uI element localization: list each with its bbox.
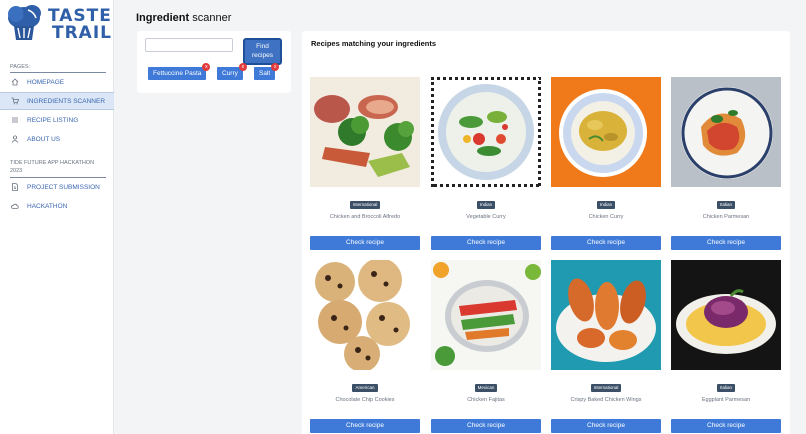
recipe-name: Crispy Baked Chicken Wings	[570, 397, 642, 403]
recipe-name: Eggplant Parmesan	[701, 397, 751, 403]
recipe-card: Italian Chicken Parmesan Check recipe	[671, 77, 781, 250]
sidebar-item-project-submission[interactable]: PROJECT SUBMISSION	[0, 178, 114, 196]
ingredient-input[interactable]	[145, 38, 233, 52]
ingredient-scanner-panel: Find recipes Fettuccine Pasta x Curry x …	[137, 31, 291, 93]
list-icon	[12, 117, 18, 123]
page-title: Ingredient scanner	[136, 12, 232, 24]
sidebar-item-homepage[interactable]: HOMEPAGE	[0, 73, 114, 91]
ingredient-chip: Salt x	[254, 63, 280, 80]
check-recipe-button[interactable]: Check recipe	[431, 419, 541, 433]
check-recipe-button[interactable]: Check recipe	[310, 236, 420, 250]
recipe-name: Chocolate Chip Cookies	[335, 397, 395, 403]
recipe-name: Vegetable Curry	[466, 214, 506, 220]
document-icon	[12, 183, 18, 191]
recipe-image[interactable]	[671, 260, 781, 370]
recipe-card: Italian Eggplant Parmesan Check recipe	[671, 260, 781, 433]
recipes-title: Recipes matching your ingredients	[311, 39, 437, 48]
recipe-card: Indian Chicken Curry Check recipe	[551, 77, 661, 250]
cuisine-badge: International	[349, 201, 381, 209]
recipe-card: International Crispy Baked Chicken Wings…	[551, 260, 661, 433]
recipe-card: Indian Vegetable Curry Check recipe	[431, 77, 541, 250]
recipe-image[interactable]	[431, 77, 541, 187]
cuisine-badge: Indian	[596, 201, 616, 209]
sidebar-item-label: PROJECT SUBMISSION	[27, 183, 100, 191]
recipe-card: International Chicken and Broccoli Alfre…	[310, 77, 420, 250]
recipe-image[interactable]	[551, 260, 661, 370]
remove-chip-icon[interactable]: x	[271, 63, 280, 71]
recipes-panel: Recipes matching your ingredients Intern…	[302, 31, 790, 434]
sidebar-item-label: HACKATHON	[27, 202, 68, 210]
check-recipe-button[interactable]: Check recipe	[431, 236, 541, 250]
sidebar-item-ingredients-scanner[interactable]: INGREDIENTS SCANNER	[0, 92, 114, 110]
sidebar-item-recipe-listing[interactable]: RECIPE LISTING	[0, 111, 114, 129]
chef-hat-icon	[8, 5, 41, 40]
recipe-image[interactable]	[431, 260, 541, 370]
cart-icon	[11, 97, 19, 105]
sidebar-item-about-us[interactable]: ABOUT US	[0, 130, 114, 148]
cuisine-badge: Italian	[716, 201, 735, 209]
logo[interactable]: TASTE TRAIL	[6, 4, 113, 48]
ingredient-chip: Curry x	[217, 63, 247, 80]
check-recipe-button[interactable]: Check recipe	[551, 236, 661, 250]
check-recipe-button[interactable]: Check recipe	[671, 236, 781, 250]
sidebar-item-label: HOMEPAGE	[27, 78, 65, 86]
hackathon-label: TIDE FUTURE APP HACKATHON 2023	[10, 160, 95, 174]
cuisine-badge: International	[590, 384, 622, 392]
remove-chip-icon[interactable]: x	[238, 63, 247, 71]
recipe-name: Chicken Fajitas	[467, 397, 505, 403]
home-icon	[11, 78, 19, 86]
find-recipes-button[interactable]: Find recipes	[243, 38, 282, 65]
check-recipe-button[interactable]: Check recipe	[310, 419, 420, 433]
recipe-image[interactable]	[671, 77, 781, 187]
ingredient-chip: Fettuccine Pasta x	[148, 63, 211, 80]
pages-label: PAGES:	[10, 64, 31, 70]
recipe-image[interactable]	[310, 260, 420, 370]
user-icon	[11, 135, 19, 143]
recipe-card: Mexican Chicken Fajitas Check recipe	[431, 260, 541, 433]
remove-chip-icon[interactable]: x	[202, 63, 211, 71]
recipe-image[interactable]	[310, 77, 420, 187]
recipe-image[interactable]	[551, 77, 661, 187]
sidebar-item-label: INGREDIENTS SCANNER	[27, 97, 106, 105]
sidebar-item-label: RECIPE LISTING	[27, 116, 79, 124]
brand-wordmark: TASTE TRAIL	[48, 6, 113, 43]
recipe-name: Chicken Curry	[588, 214, 624, 220]
check-recipe-button[interactable]: Check recipe	[671, 419, 781, 433]
sidebar: TASTE TRAIL PAGES: HOMEPAGE INGREDIENTS …	[0, 0, 114, 434]
cuisine-badge: American	[352, 384, 378, 392]
cuisine-badge: Mexican	[474, 384, 498, 392]
cuisine-badge: Indian	[476, 201, 496, 209]
cloud-icon	[11, 203, 19, 209]
check-recipe-button[interactable]: Check recipe	[551, 419, 661, 433]
recipe-name: Chicken and Broccoli Alfredo	[329, 214, 401, 220]
recipe-name: Chicken Parmesan	[702, 214, 750, 220]
sidebar-item-hackathon[interactable]: HACKATHON	[0, 197, 114, 215]
cuisine-badge: Italian	[716, 384, 735, 392]
recipe-card: American Chocolate Chip Cookies Check re…	[310, 260, 420, 433]
sidebar-item-label: ABOUT US	[27, 135, 61, 143]
